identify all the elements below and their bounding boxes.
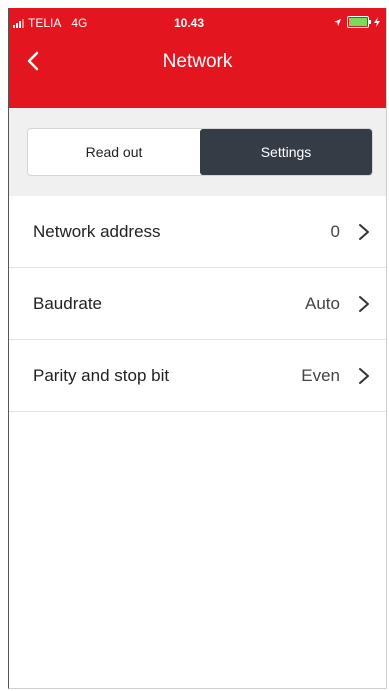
row-label: Parity and stop bit xyxy=(33,365,170,385)
list-item-network-address[interactable]: Network address 0 xyxy=(9,196,386,268)
location-icon xyxy=(333,18,342,26)
chevron-right-icon xyxy=(359,223,369,240)
settings-list: Network address 0 Baudrate Auto Parity a… xyxy=(9,196,386,412)
page-title: Network xyxy=(162,51,233,72)
row-value: 0 xyxy=(330,221,340,241)
row-label: Baudrate xyxy=(33,293,102,313)
carrier-name: TELIA xyxy=(28,16,62,30)
signal-strength-icon xyxy=(13,18,24,28)
charging-icon xyxy=(374,17,380,27)
row-value: Even xyxy=(301,365,340,385)
tab-settings[interactable]: Settings xyxy=(200,129,372,175)
chevron-right-icon xyxy=(359,295,369,312)
list-item-baudrate[interactable]: Baudrate Auto xyxy=(9,268,386,340)
row-label: Network address xyxy=(33,221,161,241)
network-type: 4G xyxy=(71,16,88,30)
row-value: Auto xyxy=(305,293,340,313)
status-left: TELIA 4G xyxy=(13,16,87,30)
segment-area: Read out Settings xyxy=(9,108,386,196)
app-header: TELIA 4G 10.43 Network xyxy=(9,8,386,108)
status-bar: TELIA 4G 10.43 xyxy=(9,8,386,34)
segmented-control: Read out Settings xyxy=(27,128,373,176)
status-right xyxy=(333,16,380,28)
phone-screen: TELIA 4G 10.43 Network Read out Settings… xyxy=(8,8,387,689)
battery-icon xyxy=(347,16,371,28)
tab-read-out[interactable]: Read out xyxy=(28,129,200,175)
list-item-parity-stop-bit[interactable]: Parity and stop bit Even xyxy=(9,340,386,412)
chevron-right-icon xyxy=(359,367,369,384)
status-time: 10.43 xyxy=(174,16,205,30)
